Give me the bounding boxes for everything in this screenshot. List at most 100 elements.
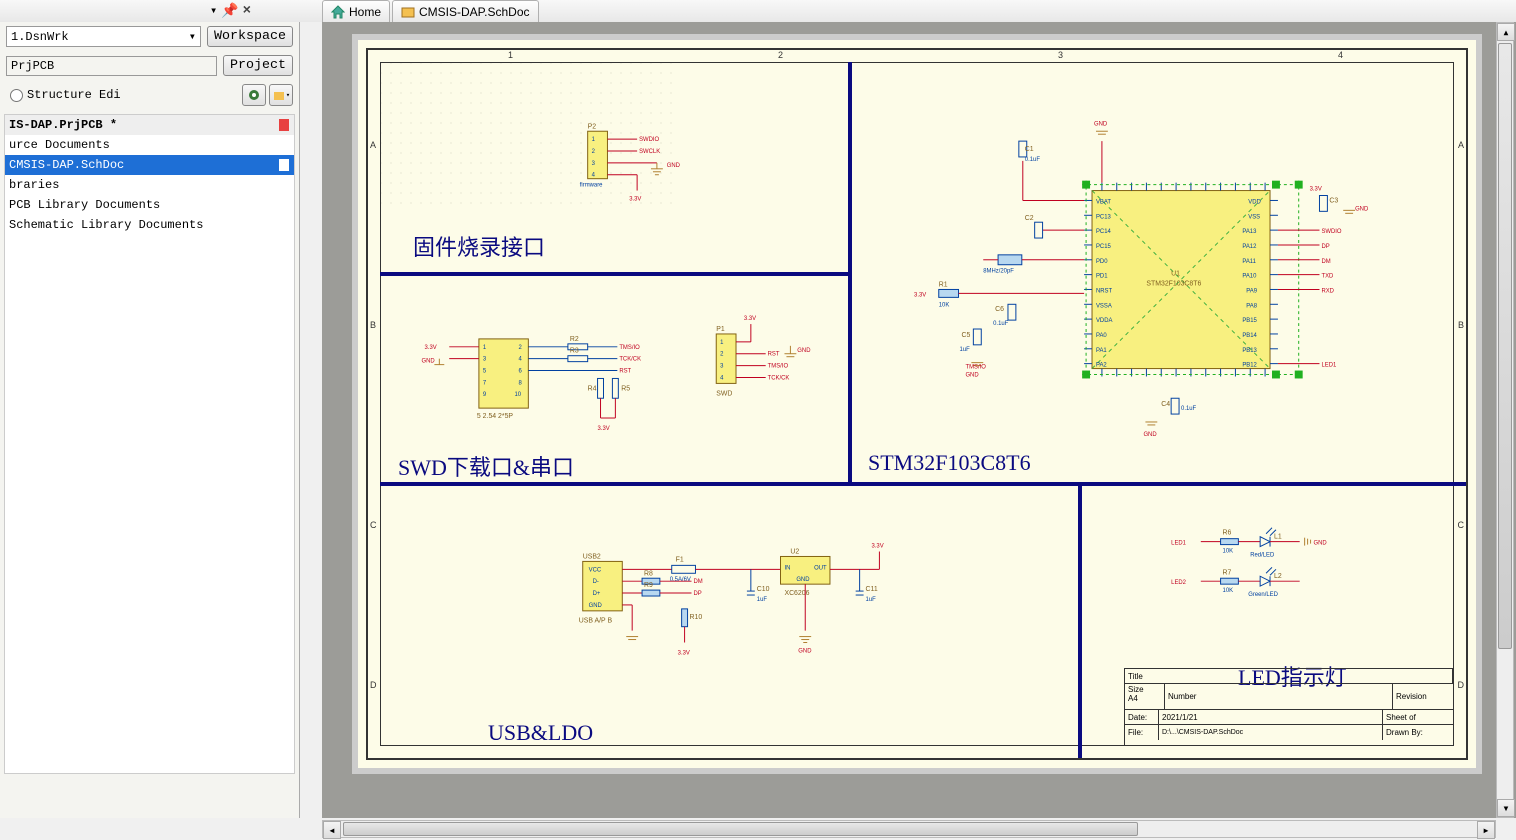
tb-number: Number — [1165, 684, 1393, 709]
svg-text:GND: GND — [965, 372, 978, 378]
tab-schdoc[interactable]: CMSIS-DAP.SchDoc — [392, 0, 538, 22]
svg-text:3.3V: 3.3V — [871, 544, 883, 550]
svg-text:GND: GND — [798, 648, 811, 654]
radio-input[interactable] — [10, 89, 23, 102]
scroll-up-button[interactable]: ▴ — [1497, 23, 1515, 41]
svg-text:VSSA: VSSA — [1096, 303, 1112, 309]
tree-item[interactable]: braries — [5, 175, 294, 195]
svg-text:GND: GND — [422, 359, 435, 365]
svg-text:R6: R6 — [1223, 530, 1232, 537]
project-tree[interactable]: IS-DAP.PrjPCB * urce Documents CMSIS-DAP… — [4, 114, 295, 774]
svg-text:VDD: VDD — [1248, 199, 1261, 205]
tree-label: Schematic Library Documents — [9, 218, 203, 232]
svg-text:R8: R8 — [644, 570, 653, 577]
svg-text:PA9: PA9 — [1246, 288, 1257, 294]
scroll-left-button[interactable]: ◂ — [323, 821, 341, 839]
chevron-down-icon: ▾ — [189, 29, 196, 44]
svg-text:C5: C5 — [961, 332, 970, 339]
tb-sheet: Sheet of — [1383, 710, 1453, 724]
tb-rev: Revision — [1393, 684, 1453, 709]
svg-text:U1: U1 — [1171, 271, 1180, 278]
svg-text:GND: GND — [797, 348, 810, 354]
close-icon[interactable]: × — [243, 3, 251, 20]
horizontal-scrollbar[interactable]: ◂ ▸ — [322, 820, 1496, 838]
svg-text:SWD: SWD — [716, 390, 732, 397]
tb-file-label: File: — [1125, 725, 1159, 740]
svg-text:OUT: OUT — [814, 565, 827, 571]
workspace-value: 1.DsnWrk — [11, 30, 69, 44]
svg-text:C10: C10 — [757, 586, 770, 593]
svg-text:USB A/P B: USB A/P B — [579, 618, 613, 625]
svg-text:RST: RST — [768, 352, 780, 358]
tb-drawn: Drawn By: — [1383, 725, 1453, 740]
svg-text:PB13: PB13 — [1242, 348, 1257, 354]
vertical-scrollbar[interactable]: ▴ ▾ — [1496, 22, 1514, 818]
svg-text:PD1: PD1 — [1096, 274, 1108, 280]
schematic-canvas[interactable]: 1 2 3 4 A B C D A B C D 固件烧录接口 SWD下载口&串口… — [322, 22, 1516, 818]
svg-text:GND: GND — [796, 577, 809, 583]
tree-label: urce Documents — [9, 138, 110, 152]
tool-button-2[interactable]: ▾ — [269, 84, 293, 106]
border-row: C — [370, 520, 377, 530]
svg-text:DM: DM — [1321, 259, 1330, 265]
border-col: 4 — [1338, 50, 1343, 60]
svg-text:Red/LED: Red/LED — [1250, 552, 1274, 558]
svg-text:RXD: RXD — [1321, 288, 1334, 294]
svg-text:GND: GND — [1355, 206, 1368, 212]
svg-text:3.3V: 3.3V — [1310, 187, 1322, 193]
svg-text:GND: GND — [1314, 541, 1327, 547]
svg-text:3.3V: 3.3V — [914, 292, 926, 298]
svg-text:PA12: PA12 — [1242, 244, 1256, 250]
svg-text:10K: 10K — [1223, 588, 1234, 594]
svg-text:LED1: LED1 — [1321, 363, 1336, 369]
svg-text:SWDIO: SWDIO — [1321, 229, 1341, 235]
view-structure-radio[interactable]: Structure Edi — [6, 84, 125, 106]
svg-text:Green/LED: Green/LED — [1248, 592, 1278, 598]
svg-text:R9: R9 — [644, 582, 653, 589]
svg-text:RST: RST — [619, 369, 631, 375]
doc-icon — [278, 118, 290, 132]
gear-icon — [247, 88, 261, 102]
border-row: B — [370, 320, 376, 330]
tree-item-schdoc[interactable]: CMSIS-DAP.SchDoc — [5, 155, 294, 175]
svg-text:U2: U2 — [790, 548, 799, 555]
tool-button-1[interactable] — [242, 84, 266, 106]
svg-text:2: 2 — [592, 149, 595, 155]
svg-text:PD0: PD0 — [1096, 259, 1108, 265]
svg-text:0.1uF: 0.1uF — [993, 321, 1009, 327]
tab-home[interactable]: Home — [322, 0, 390, 22]
svg-text:GND: GND — [1143, 432, 1156, 438]
border-col: 3 — [1058, 50, 1063, 60]
scroll-thumb[interactable] — [1498, 43, 1512, 649]
svg-text:C1: C1 — [1025, 146, 1034, 153]
svg-text:LED1: LED1 — [1171, 541, 1186, 547]
border-row: A — [370, 140, 376, 150]
border-row: D — [370, 680, 377, 690]
svg-text:0.5A/6V: 0.5A/6V — [670, 577, 691, 583]
svg-text:PB14: PB14 — [1242, 333, 1257, 339]
project-field[interactable]: PrjPCB — [6, 56, 217, 76]
border-row: D — [1458, 680, 1465, 690]
tree-item[interactable]: PCB Library Documents — [5, 195, 294, 215]
scroll-thumb[interactable] — [343, 822, 1138, 836]
tb-size-label: Size — [1128, 685, 1144, 694]
tree-project-root[interactable]: IS-DAP.PrjPCB * — [5, 115, 294, 135]
pin-icon[interactable]: 📌 — [221, 3, 238, 20]
svg-text:1uF: 1uF — [960, 347, 971, 353]
down-arrow-icon[interactable]: ▾ — [210, 3, 217, 20]
tree-item[interactable]: urce Documents — [5, 135, 294, 155]
scroll-down-button[interactable]: ▾ — [1497, 799, 1515, 817]
workspace-button[interactable]: Workspace — [207, 26, 293, 47]
svg-text:3.3V: 3.3V — [678, 650, 690, 656]
svg-text:USB2: USB2 — [583, 553, 601, 560]
svg-text:10K: 10K — [1223, 549, 1234, 555]
tb-file: D:\...\CMSIS-DAP.SchDoc — [1159, 725, 1383, 740]
scroll-right-button[interactable]: ▸ — [1477, 821, 1495, 839]
tree-item[interactable]: Schematic Library Documents — [5, 215, 294, 235]
svg-text:PA10: PA10 — [1242, 274, 1257, 280]
tb-date: 2021/1/21 — [1159, 710, 1383, 724]
workspace-dropdown[interactable]: 1.DsnWrk ▾ — [6, 26, 201, 47]
svg-text:TMS/IO: TMS/IO — [619, 345, 640, 351]
svg-text:VBAT: VBAT — [1096, 199, 1111, 205]
project-button[interactable]: Project — [223, 55, 293, 76]
